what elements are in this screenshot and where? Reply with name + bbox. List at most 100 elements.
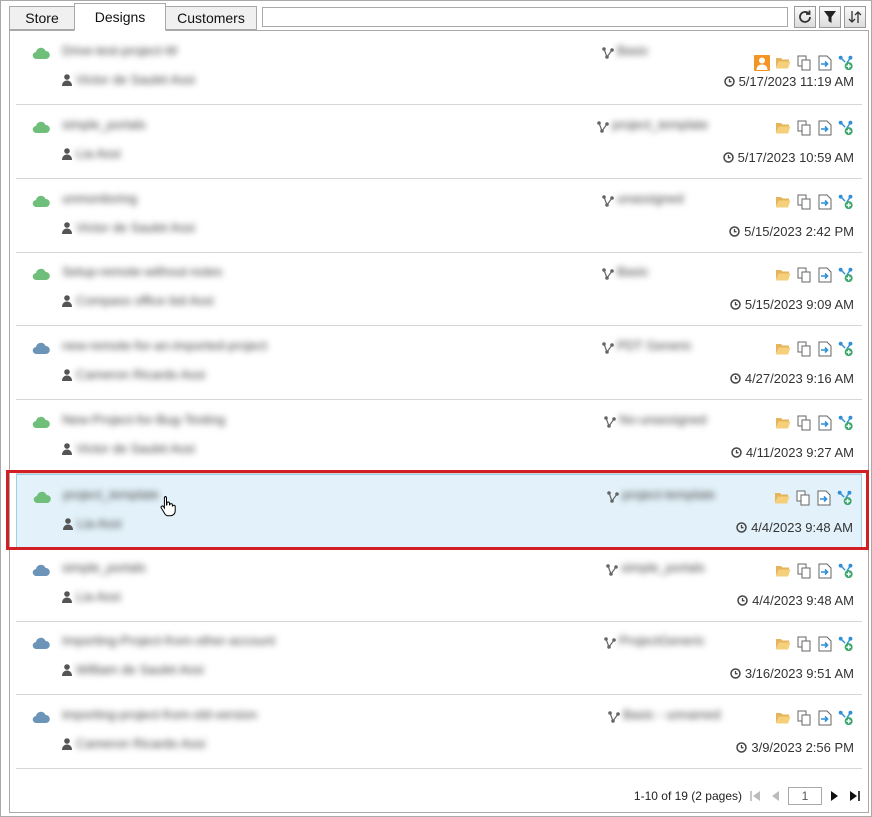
export-icon [818,710,832,726]
copy-button[interactable] [796,267,812,283]
export-button[interactable] [816,490,832,506]
user-icon [62,443,72,455]
row-actions [775,267,854,283]
copy-button[interactable] [796,636,812,652]
modified-date-text: 4/4/2023 9:48 AM [751,520,853,535]
refresh-button[interactable] [794,6,816,28]
design-row[interactable]: importing-project-from-old-version Camer… [16,695,862,769]
add-branch-button[interactable] [838,194,854,210]
user-icon [62,295,72,307]
design-name: unmonitoring [62,191,138,206]
user-icon [62,148,72,160]
add-branch-button[interactable] [838,55,854,71]
clock-icon [723,76,735,87]
design-name: importing-project-from-old-version [62,707,258,722]
export-button[interactable] [817,120,833,136]
tab-store[interactable]: Store [9,6,75,30]
copy-button[interactable] [796,120,812,136]
last-page-button[interactable] [848,789,862,803]
copy-button[interactable] [795,490,811,506]
export-icon [818,636,832,652]
open-folder-button[interactable] [775,710,791,726]
page-number-input[interactable] [788,787,822,805]
export-button[interactable] [817,415,833,431]
tab-designs[interactable]: Designs [74,3,166,31]
search-input[interactable] [262,7,788,27]
add-branch-button[interactable] [838,710,854,726]
cloud-icon [32,47,50,59]
add-branch-button[interactable] [838,341,854,357]
add-branch-button[interactable] [838,120,854,136]
open-folder-button[interactable] [775,267,791,283]
export-button[interactable] [817,194,833,210]
copy-button[interactable] [796,194,812,210]
filter-icon [824,11,836,23]
sort-icon [848,11,862,23]
export-button[interactable] [817,267,833,283]
copy-button[interactable] [796,55,812,71]
sort-button[interactable] [844,6,866,28]
design-row[interactable]: Importing-Project-from-other-account Wil… [16,621,862,695]
copy-icon [797,194,811,210]
open-folder-button[interactable] [775,341,791,357]
design-row[interactable]: new-remote-for-an-imported-project Camer… [16,326,862,400]
design-owner: Victor de Saulet Assi [76,441,195,456]
copy-button[interactable] [796,415,812,431]
row-actions [775,194,854,210]
add-branch-button[interactable] [838,267,854,283]
shared-user-badge[interactable] [754,55,770,71]
modified-date-text: 4/4/2023 9:48 AM [752,593,854,608]
open-folder-button[interactable] [775,194,791,210]
add-branch-button[interactable] [838,415,854,431]
row-actions [775,415,854,431]
open-folder-button[interactable] [775,120,791,136]
user-icon [63,518,73,530]
open-folder-button[interactable] [775,636,791,652]
row-actions [754,55,854,71]
design-row[interactable]: simple_portals Lia Assi simple_portals 4… [16,548,862,622]
copy-icon [797,710,811,726]
branch-icon [602,342,614,354]
copy-button[interactable] [796,710,812,726]
open-folder-button[interactable] [775,415,791,431]
export-button[interactable] [817,710,833,726]
row-actions [775,636,854,652]
open-folder-button[interactable] [775,563,791,579]
filter-button[interactable] [819,6,841,28]
modified-date: 4/4/2023 9:48 AM [736,520,853,535]
open-folder-button[interactable] [775,55,791,71]
design-row[interactable]: Drive-test-project-W Victor de Saulet As… [16,31,862,105]
copy-button[interactable] [796,341,812,357]
design-row[interactable]: project_template Lia Assi project-templa… [16,474,862,548]
next-page-button[interactable] [828,789,842,803]
design-owner: Victor de Saulet Assi [76,72,195,87]
open-folder-button[interactable] [774,490,790,506]
tab-customers[interactable]: Customers [165,6,257,30]
user-badge-icon [754,55,770,71]
export-button[interactable] [817,341,833,357]
add-branch-icon [838,120,853,136]
export-button[interactable] [817,563,833,579]
prev-page-button[interactable] [768,789,782,803]
modified-date-text: 3/9/2023 2:56 PM [751,740,854,755]
design-row[interactable]: Setup-remote-without-notes Compass offic… [16,252,862,326]
add-branch-button[interactable] [838,563,854,579]
design-row[interactable]: unmonitoring Victor de Saulet Assi unass… [16,179,862,253]
export-button[interactable] [817,636,833,652]
design-row[interactable]: New-Project-for-Bug-Testing Victor de Sa… [16,400,862,474]
clock-icon [730,373,741,384]
design-owner: Cameron Ricardo Assi [76,367,206,382]
copy-button[interactable] [796,563,812,579]
add-branch-button[interactable] [837,490,853,506]
cloud-icon [32,268,50,280]
design-owner: Lia Assi [77,516,122,531]
add-branch-button[interactable] [838,636,854,652]
export-button[interactable] [817,55,833,71]
modified-date: 4/11/2023 9:27 AM [731,445,854,460]
add-branch-icon [838,636,853,652]
next-page-icon [831,791,838,801]
branch-icon [604,416,616,428]
user-icon [62,74,72,86]
design-row[interactable]: simple_portals Lia Assi project_template [16,105,862,179]
first-page-button[interactable] [748,789,762,803]
